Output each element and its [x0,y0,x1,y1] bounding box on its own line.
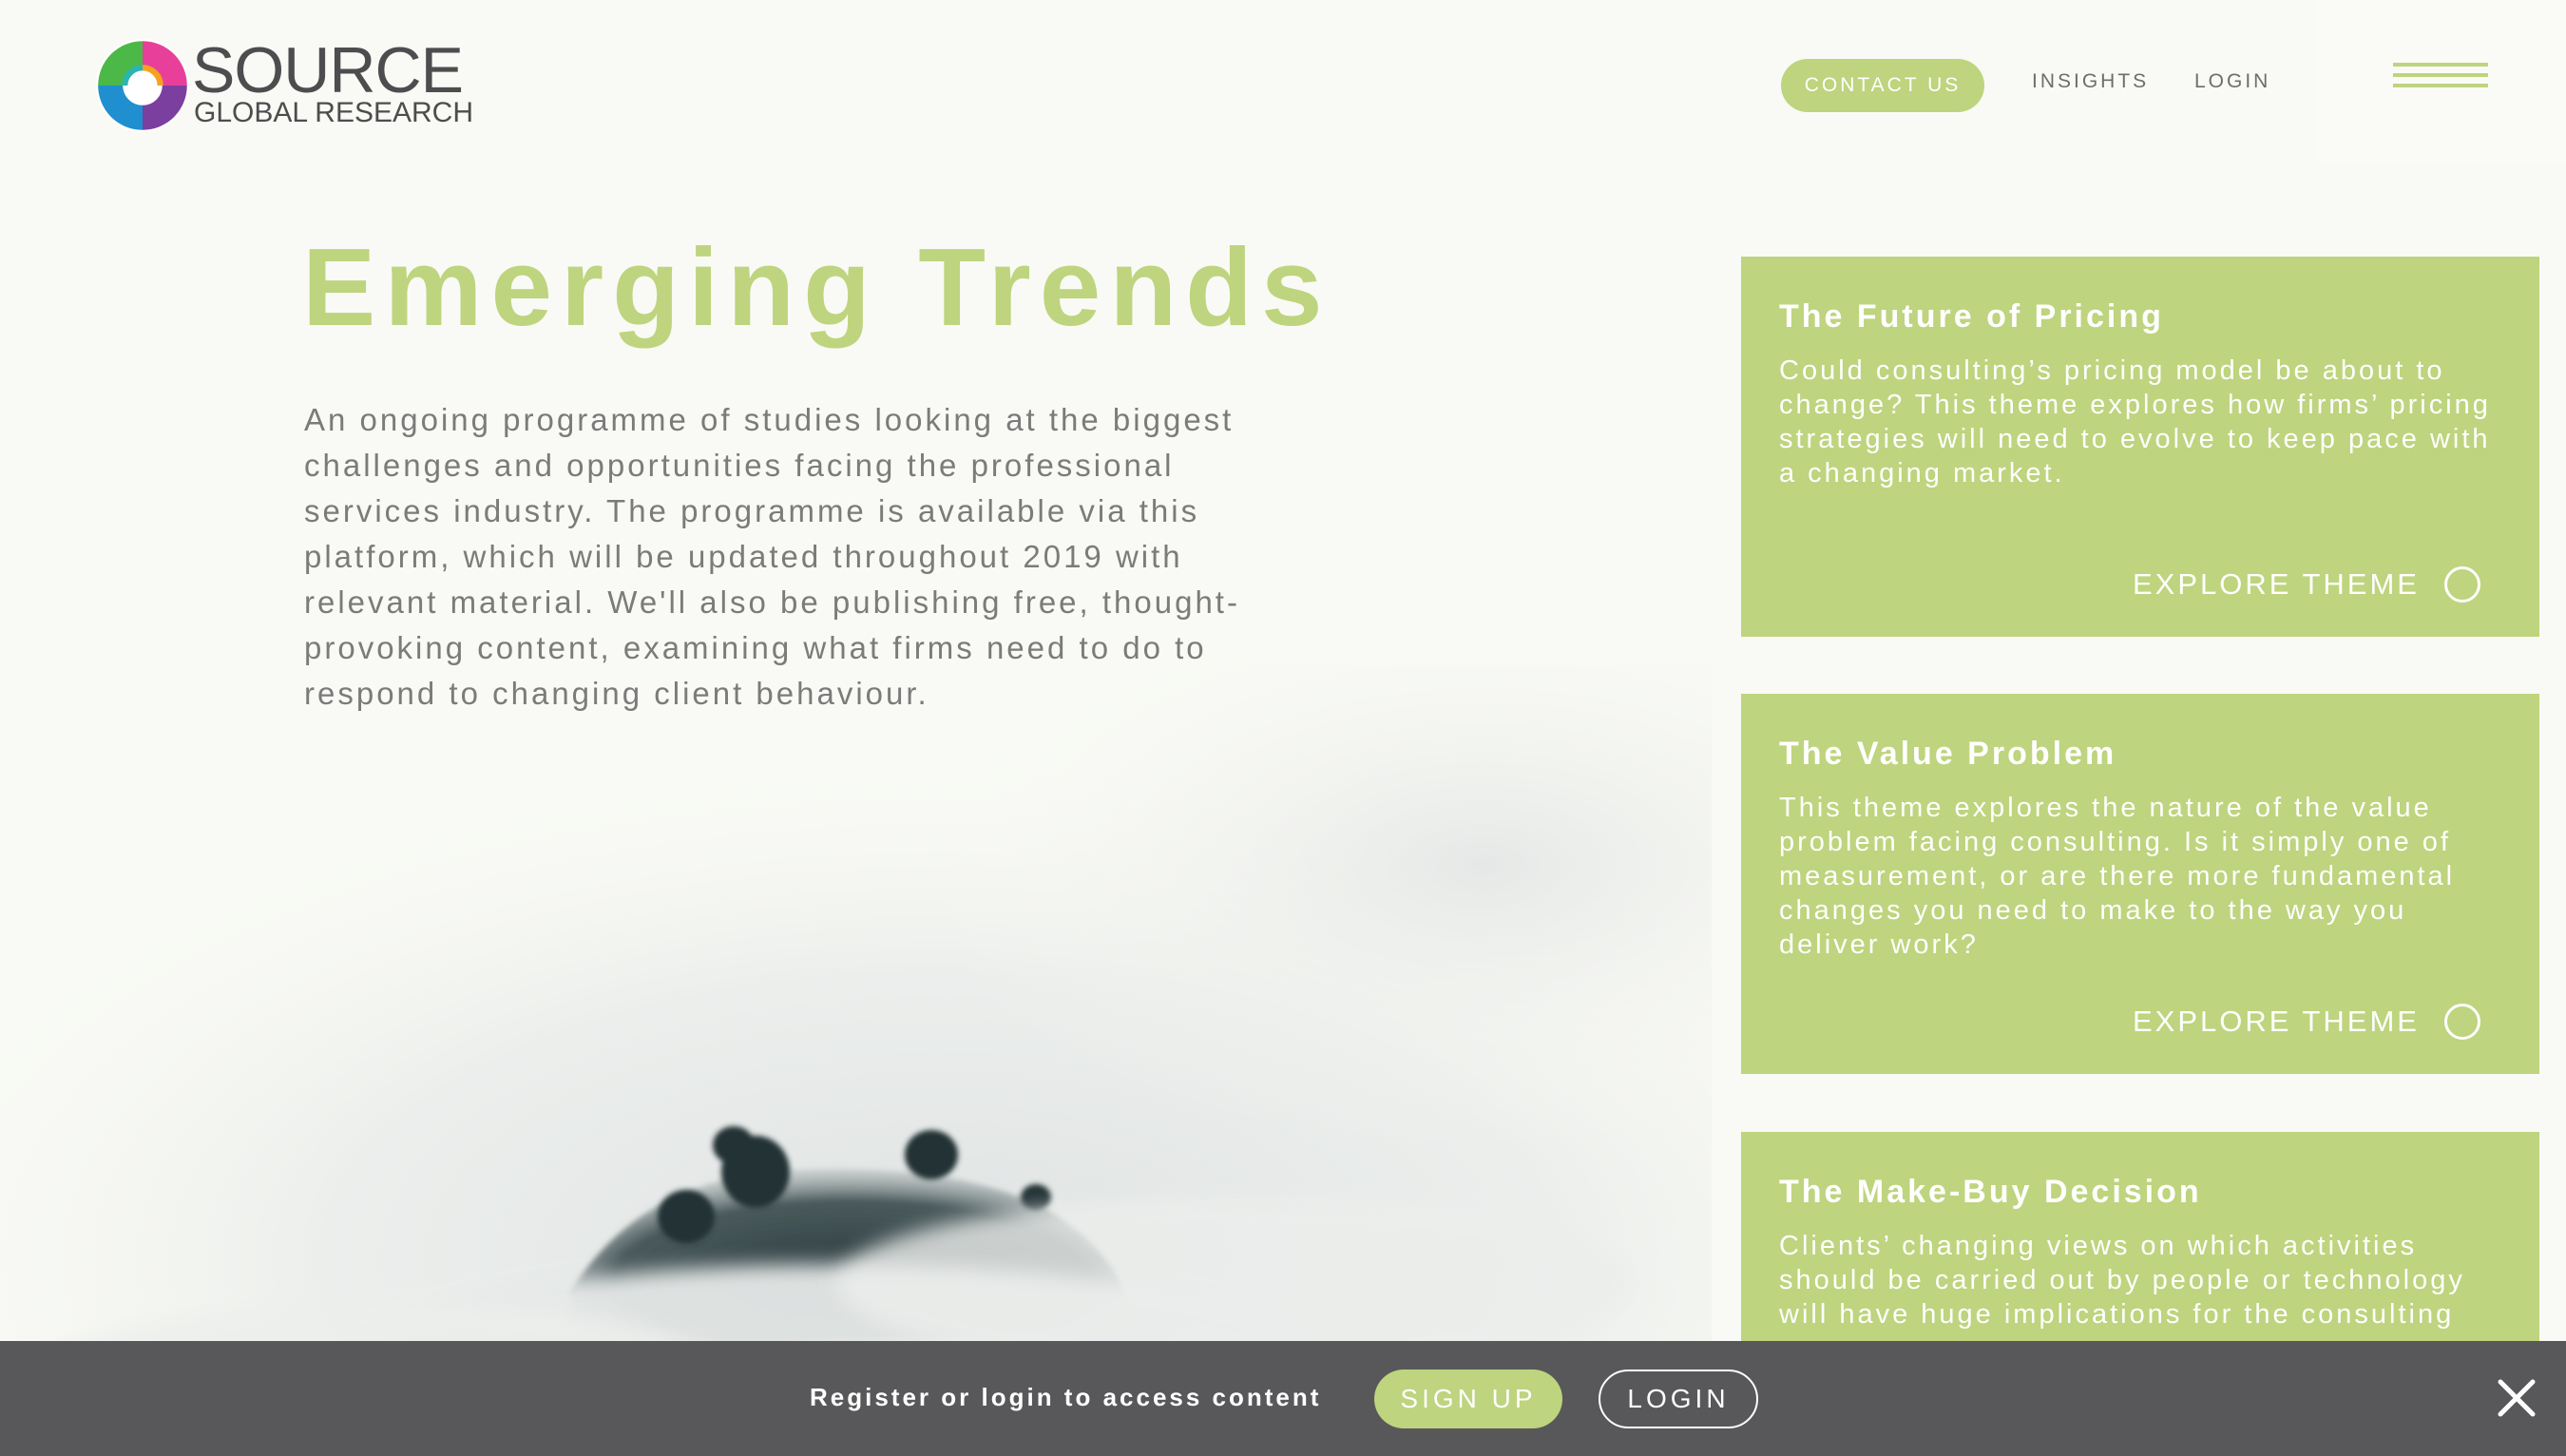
page: SOURCE GLOBAL RESEARCH CONTACT US INSIGH… [0,0,2566,1456]
banner-message: Register or login to access content [810,1383,1322,1411]
banner-login-button[interactable]: LOGIN [1599,1370,1758,1428]
menu-panel [2314,0,2566,162]
theme-card-description: Could consulting’s pricing model be abou… [1779,355,2491,489]
circle-arrow-icon [2444,566,2480,603]
theme-card-title: The Future of Pricing [1779,298,2164,335]
logo-wordmark: SOURCE [192,34,464,106]
swirl-logo-icon [96,39,189,132]
page-title: Emerging Trends [302,225,1331,349]
contact-us-button[interactable]: CONTACT US [1781,59,1984,112]
nav-login-link[interactable]: LOGIN [2194,68,2270,95]
nav-insights-link[interactable]: INSIGHTS [2032,68,2149,95]
theme-card-value-problem[interactable]: The Value Problem This theme explores th… [1741,694,2539,1074]
explore-theme-link[interactable]: EXPLORE THEME [2133,1000,2480,1044]
explore-theme-label: EXPLORE THEME [2132,1005,2420,1038]
theme-card-title: The Value Problem [1779,736,2117,772]
close-icon[interactable] [2496,1377,2537,1419]
theme-card-description: This theme explores the nature of the va… [1779,793,2456,960]
circle-arrow-icon [2444,1004,2480,1040]
misty-hill-image [0,665,1712,1456]
register-banner: Register or login to access content SIGN… [0,1341,2566,1456]
theme-card-description: Clients’ changing views on which activit… [1779,1231,2465,1330]
theme-card-future-of-pricing[interactable]: The Future of Pricing Could consulting’s… [1741,257,2539,637]
sign-up-button[interactable]: SIGN UP [1374,1370,1562,1428]
hamburger-menu-icon[interactable] [2393,63,2488,93]
source-global-research-logo[interactable]: SOURCE GLOBAL RESEARCH [93,34,473,137]
intro-paragraph: An ongoing programme of studies looking … [304,402,1240,711]
explore-theme-link[interactable]: EXPLORE THEME [2133,563,2480,606]
logo-subtitle: GLOBAL RESEARCH [194,97,473,128]
explore-theme-label: EXPLORE THEME [2132,567,2420,601]
theme-card-title: The Make-Buy Decision [1779,1174,2202,1210]
